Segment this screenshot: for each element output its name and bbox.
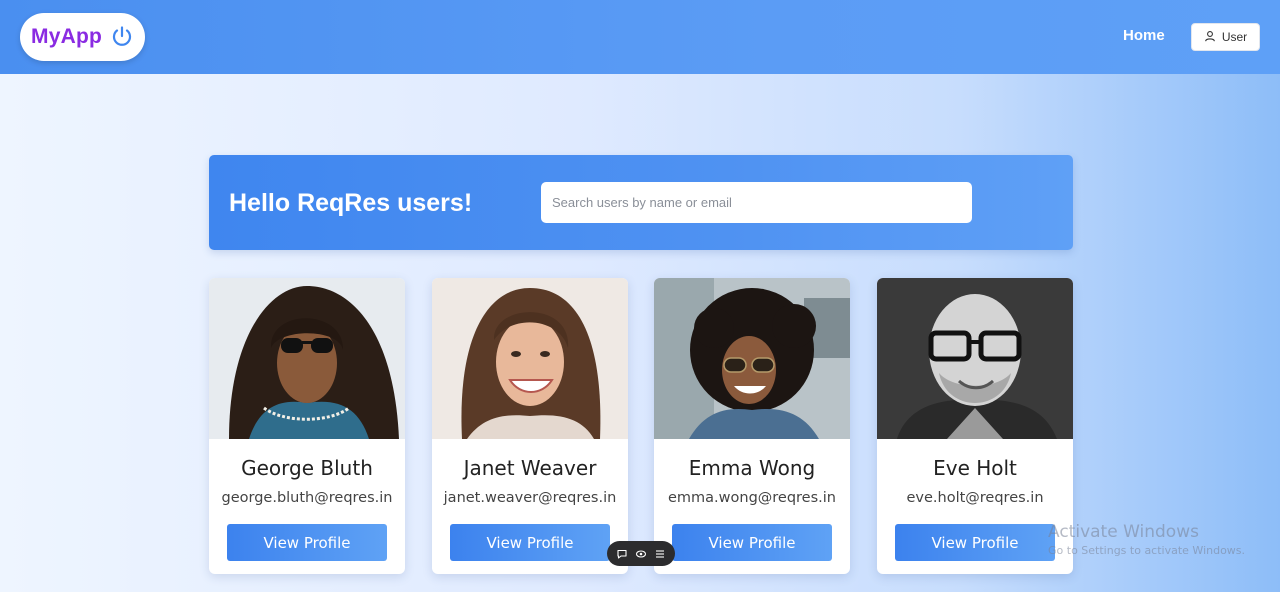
eye-icon[interactable] xyxy=(635,548,647,560)
user-menu-button[interactable]: User xyxy=(1191,23,1260,51)
user-email: emma.wong@reqres.in xyxy=(667,490,836,506)
user-avatar xyxy=(654,278,850,439)
view-profile-button[interactable]: View Profile xyxy=(672,524,832,561)
user-card: George Bluth george.bluth@reqres.in View… xyxy=(209,278,405,574)
user-avatar xyxy=(209,278,405,439)
logo-text: MyApp xyxy=(31,25,102,48)
search-input[interactable] xyxy=(541,182,972,223)
user-email: eve.holt@reqres.in xyxy=(906,490,1044,506)
app-logo[interactable]: MyApp xyxy=(20,13,145,61)
view-profile-button[interactable]: View Profile xyxy=(895,524,1055,561)
floating-toolbar xyxy=(607,541,675,566)
power-icon xyxy=(110,25,134,49)
user-card: Eve Holt eve.holt@reqres.in View Profile xyxy=(877,278,1073,574)
activate-windows-watermark-subtitle: Go to Settings to activate Windows. xyxy=(1048,544,1246,557)
user-icon xyxy=(1204,30,1216,45)
user-avatar xyxy=(432,278,628,439)
user-name: Eve Holt xyxy=(933,456,1017,480)
user-card: Janet Weaver janet.weaver@reqres.in View… xyxy=(432,278,628,574)
menu-icon[interactable] xyxy=(654,548,666,560)
user-avatar xyxy=(877,278,1073,439)
user-card: Emma Wong emma.wong@reqres.in View Profi… xyxy=(654,278,850,574)
user-name: Emma Wong xyxy=(688,456,816,480)
view-profile-button[interactable]: View Profile xyxy=(450,524,610,561)
user-email: janet.weaver@reqres.in xyxy=(443,490,617,506)
user-name: Janet Weaver xyxy=(463,456,597,480)
page-title: Hello ReqRes users! xyxy=(229,189,473,217)
nav-home-link[interactable]: Home xyxy=(1123,27,1165,44)
chat-icon[interactable] xyxy=(616,548,628,560)
hero-banner: Hello ReqRes users! xyxy=(209,155,1073,250)
user-name: George Bluth xyxy=(241,456,373,480)
user-button-label: User xyxy=(1221,30,1248,44)
top-navbar: MyApp Home User xyxy=(0,0,1280,74)
activate-windows-watermark-title: Activate Windows xyxy=(1048,522,1199,542)
user-email: george.bluth@reqres.in xyxy=(221,490,393,506)
view-profile-button[interactable]: View Profile xyxy=(227,524,387,561)
